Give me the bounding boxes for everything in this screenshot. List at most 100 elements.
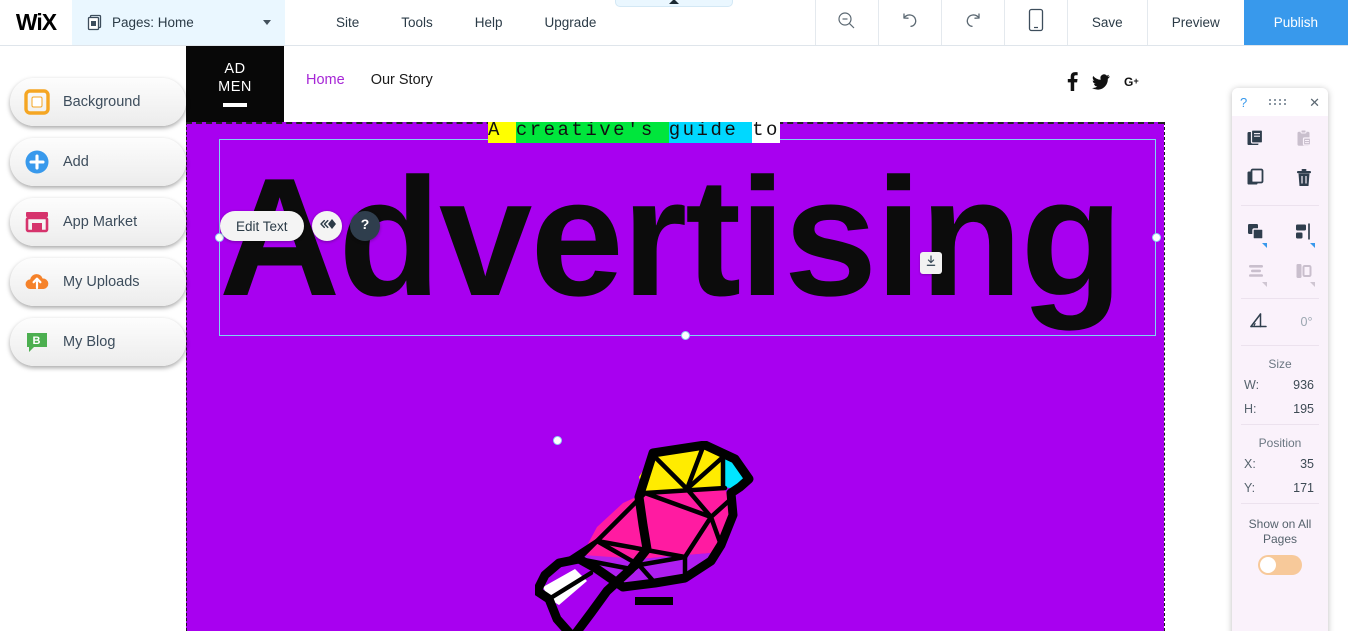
sidebar-item-app-market[interactable]: App Market	[10, 198, 186, 246]
sidebar-item-add[interactable]: Add	[10, 138, 186, 186]
animation-button[interactable]	[311, 211, 342, 241]
redo-button[interactable]	[940, 0, 1004, 45]
site-canvas[interactable]: Advertising A creative's guide to Edit T…	[186, 122, 1164, 631]
align-dropdown-caret-icon[interactable]	[1310, 243, 1315, 248]
menu-item-site[interactable]: Site	[315, 0, 380, 45]
add-plus-icon	[24, 149, 50, 175]
sidebar-label-my-blog: My Blog	[63, 334, 116, 350]
google-plus-icon[interactable]: G +	[1124, 75, 1142, 88]
panel-divider-4	[1241, 424, 1319, 425]
menu-item-help[interactable]: Help	[454, 0, 524, 45]
sidebar-item-my-blog[interactable]: B My Blog	[10, 318, 186, 366]
distribute-dropdown-caret-icon	[1262, 282, 1267, 287]
wix-editor-window: WiX Pages: Home Site Tools Help Upgrade	[0, 0, 1348, 631]
chevron-up-icon	[669, 0, 679, 4]
pages-icon	[86, 14, 103, 31]
panel-action-grid	[1232, 116, 1328, 202]
redo-icon	[963, 10, 983, 35]
duplicate-button[interactable]	[1232, 161, 1280, 200]
undo-button[interactable]	[877, 0, 941, 45]
panel-divider-2	[1241, 298, 1319, 299]
align-button[interactable]	[1280, 215, 1328, 254]
mobile-view-button[interactable]	[1003, 0, 1067, 45]
site-nav-home[interactable]: Home	[306, 72, 345, 88]
panel-header: ? ✕	[1232, 88, 1328, 116]
position-x-value[interactable]: 35	[1300, 457, 1314, 471]
size-width-row[interactable]: W: 936	[1232, 373, 1328, 397]
show-on-all-pages-label: Show on All Pages	[1248, 517, 1312, 546]
distribute-button	[1232, 254, 1280, 293]
subtitle-part-a: A	[488, 122, 516, 143]
rotation-row: 0°	[1232, 302, 1328, 342]
position-y-row[interactable]: Y: 171	[1232, 476, 1328, 500]
position-x-row[interactable]: X: 35	[1232, 452, 1328, 476]
sidebar-item-my-uploads[interactable]: My Uploads	[10, 258, 186, 306]
subtitle-text[interactable]: A creative's guide to	[488, 122, 780, 143]
help-button[interactable]: ?	[349, 211, 380, 241]
site-logo-line2: MEN	[218, 79, 252, 95]
panel-divider-5	[1241, 503, 1319, 504]
drag-handle-icon[interactable]	[1269, 99, 1287, 105]
help-question-icon[interactable]: ?	[1240, 95, 1247, 110]
svg-text:?: ?	[360, 216, 369, 232]
download-icon	[924, 254, 938, 273]
arrange-button[interactable]	[1232, 215, 1280, 254]
paste-icon	[1294, 129, 1314, 154]
preview-button[interactable]: Preview	[1146, 0, 1244, 45]
background-icon	[24, 89, 50, 115]
menu-item-tools[interactable]: Tools	[380, 0, 454, 45]
element-handle-bird[interactable]	[553, 436, 562, 445]
wix-logo[interactable]: WiX	[0, 0, 72, 45]
collapse-top-bar-tab[interactable]	[615, 0, 733, 7]
download-button[interactable]	[920, 252, 942, 274]
editor-left-sidebar: Background Add App Market My Uploads B M…	[0, 46, 200, 378]
resize-handle-bottom[interactable]	[681, 331, 690, 340]
sidebar-item-background[interactable]: Background	[10, 78, 186, 126]
menu-item-upgrade[interactable]: Upgrade	[524, 0, 618, 45]
element-edit-toolbar: Edit Text ?	[220, 211, 380, 241]
size-height-row[interactable]: H: 195	[1232, 397, 1328, 421]
close-icon[interactable]: ✕	[1309, 96, 1320, 109]
delete-button[interactable]	[1280, 161, 1328, 200]
pages-dropdown-label: Pages: Home	[112, 15, 194, 30]
sidebar-label-my-uploads: My Uploads	[63, 274, 140, 290]
show-on-all-pages-toggle[interactable]	[1258, 555, 1302, 575]
zoom-out-button[interactable]	[814, 0, 878, 45]
animation-icon	[317, 217, 337, 236]
top-bar-right-tools: Save Preview Publish	[814, 0, 1348, 45]
site-logo[interactable]: AD MEN	[186, 46, 284, 122]
size-height-key: H:	[1244, 402, 1257, 416]
editor-top-bar: WiX Pages: Home Site Tools Help Upgrade	[0, 0, 1348, 46]
twitter-icon[interactable]	[1092, 73, 1110, 90]
facebook-icon[interactable]	[1067, 72, 1078, 91]
size-height-value[interactable]: 195	[1293, 402, 1314, 416]
sidebar-label-add: Add	[63, 154, 89, 170]
resize-handle-right[interactable]	[1152, 233, 1161, 242]
social-icons: G +	[1067, 72, 1142, 91]
size-width-value[interactable]: 936	[1293, 378, 1314, 392]
chevron-down-icon	[263, 20, 271, 25]
svg-text:B: B	[33, 335, 41, 347]
paste-button	[1280, 122, 1328, 161]
delete-trash-icon	[1294, 168, 1314, 193]
site-navigation: Home Our Story	[306, 72, 433, 88]
position-y-value[interactable]: 171	[1293, 481, 1314, 495]
mobile-view-icon	[1028, 8, 1044, 37]
page-guide-right	[1164, 122, 1165, 631]
pages-dropdown-button[interactable]: Pages: Home	[72, 0, 285, 45]
site-nav-our-story[interactable]: Our Story	[371, 72, 433, 88]
arrange-dropdown-caret-icon[interactable]	[1262, 243, 1267, 248]
site-logo-dash	[223, 103, 247, 107]
editor-stage: AD MEN Home Our Story G + Advertising A …	[0, 46, 1348, 631]
blog-bubble-icon: B	[24, 329, 50, 355]
rotate-angle-icon[interactable]	[1248, 310, 1270, 335]
position-section-title: Position	[1258, 436, 1302, 450]
save-button[interactable]: Save	[1066, 0, 1147, 45]
copy-button[interactable]	[1232, 122, 1280, 161]
publish-button[interactable]: Publish	[1243, 0, 1348, 45]
copy-icon	[1246, 129, 1266, 154]
undo-icon	[900, 10, 920, 35]
edit-text-button[interactable]: Edit Text	[220, 211, 304, 241]
rotation-value[interactable]: 0°	[1301, 315, 1313, 329]
bird-illustration[interactable]	[532, 440, 775, 631]
